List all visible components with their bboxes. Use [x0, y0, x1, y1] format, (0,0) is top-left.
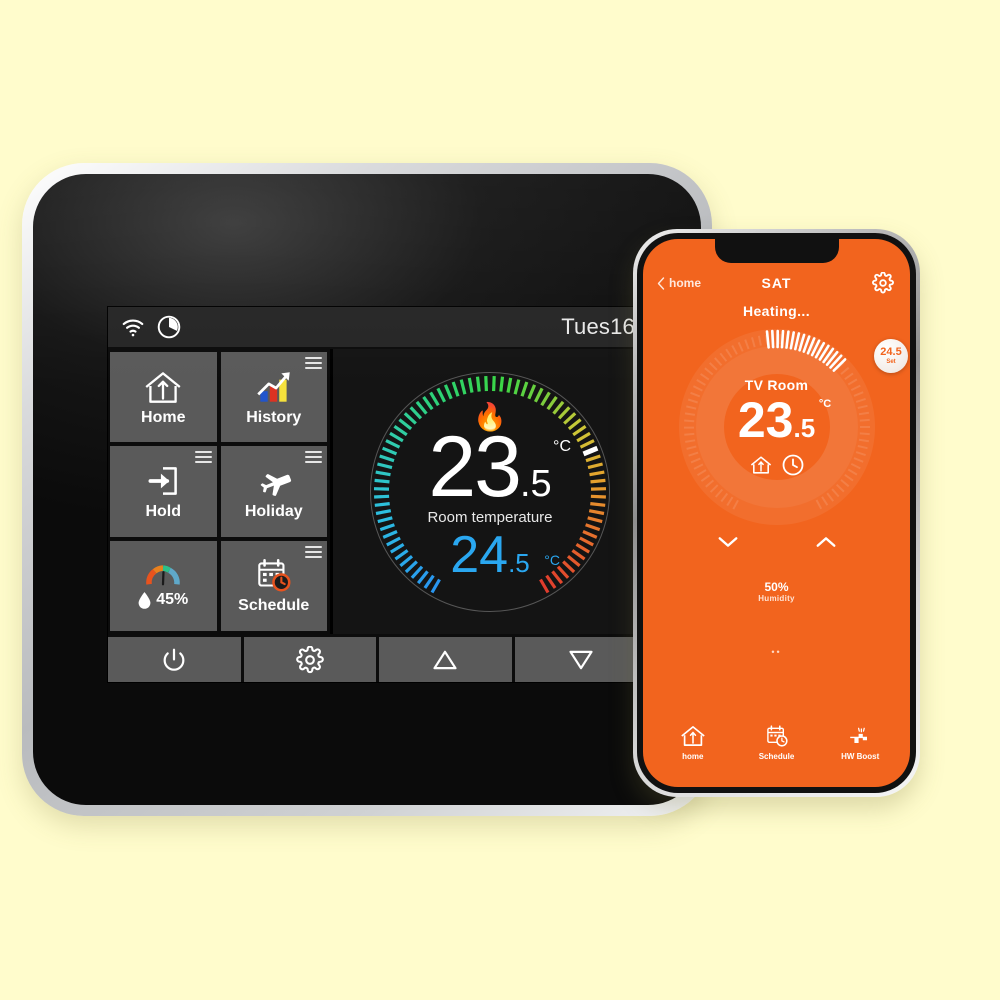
- nav-label: Schedule: [758, 752, 795, 761]
- nav-label: HW Boost: [841, 752, 880, 761]
- current-temp-unit: °C: [553, 437, 571, 455]
- water-drop-icon: [138, 591, 151, 609]
- gear-icon: [295, 645, 324, 673]
- clock-icon: [156, 314, 182, 340]
- triangle-down-icon: [569, 650, 593, 669]
- nav-label: home: [682, 752, 704, 761]
- page-indicator: ••: [771, 647, 782, 658]
- mode-icon-row: [749, 453, 805, 477]
- thermostat-main-area: Home History Hold Holiday 45% Schedule 🔥…: [108, 349, 647, 634]
- tile-label: History: [246, 408, 302, 426]
- phone-current-temperature: 23.5 °C: [737, 392, 831, 448]
- menu-icon[interactable]: [305, 545, 322, 561]
- temp-adjust-arrows: [717, 535, 837, 549]
- tile-hold[interactable]: Hold: [110, 446, 217, 537]
- nav-item-hw-boost[interactable]: HW Boost: [818, 723, 902, 761]
- calendar-clock-icon: [258, 559, 291, 592]
- smartphone-device: home SAT Heating... TV Room 23.5 °C 24.5…: [633, 229, 920, 797]
- home-arrow-icon[interactable]: [749, 453, 773, 477]
- tile-label: Holiday: [244, 502, 303, 520]
- temp-up-button[interactable]: [379, 637, 512, 682]
- knob-label: Set: [886, 359, 896, 365]
- temp-down-button[interactable]: [514, 637, 647, 682]
- phone-dial-outer[interactable]: TV Room 23.5 °C: [678, 329, 875, 525]
- power-icon: [163, 648, 185, 671]
- calendar-clock-icon: [766, 725, 788, 747]
- app-title: SAT: [761, 275, 792, 291]
- temperature-dial[interactable]: 🔥 23.5 Room temperature 24.5 °C °C: [364, 366, 616, 618]
- tile-label: Schedule: [238, 597, 310, 615]
- phone-temp-unit: °C: [818, 398, 832, 410]
- clock-icon[interactable]: [781, 453, 805, 477]
- triangle-up-icon: [433, 650, 457, 669]
- phone-temp-int: 23: [737, 392, 794, 448]
- tile-home[interactable]: Home: [110, 352, 217, 443]
- tile-history[interactable]: History: [220, 352, 327, 443]
- thermostat-screen: Tues16 Home History Hold Holiday 45% Sch…: [107, 306, 648, 683]
- status-date: Tues16: [561, 314, 635, 339]
- phone-bezel: home SAT Heating... TV Room 23.5 °C 24.5…: [637, 233, 916, 793]
- home-arrow-icon: [681, 726, 705, 746]
- thermostat-tile-grid: Home History Hold Holiday 45% Schedule: [108, 349, 330, 634]
- phone-temp-dec: .5: [793, 413, 816, 443]
- menu-icon[interactable]: [305, 357, 322, 372]
- thermostat-status-bar: Tues16: [108, 307, 647, 349]
- menu-icon[interactable]: [194, 451, 212, 466]
- humidity-value: 50%: [764, 580, 789, 594]
- home-arrow-icon: [145, 371, 181, 403]
- wifi-icon: [120, 314, 146, 340]
- nav-item-home[interactable]: home: [651, 723, 735, 761]
- tile-humidity-label: 45%: [138, 591, 188, 609]
- chevron-down-icon[interactable]: [717, 535, 739, 549]
- settings-button[interactable]: [243, 637, 376, 682]
- phone-dial-core: TV Room 23.5 °C: [723, 374, 831, 480]
- humidity-readout: 50% Humidity: [643, 580, 910, 604]
- thermostat-button-row: [108, 634, 647, 682]
- tile-label: Home: [141, 408, 186, 426]
- setpoint-knob[interactable]: 24.5 Set: [874, 339, 908, 373]
- knob-value: 24.5: [880, 346, 902, 358]
- humidity-value: 45%: [156, 591, 189, 609]
- gear-icon[interactable]: [872, 272, 894, 294]
- tile-humidity[interactable]: 45%: [110, 540, 217, 631]
- set-temp-unit: °C: [544, 551, 560, 568]
- phone-dial-area[interactable]: TV Room 23.5 °C 24.5 Set: [643, 323, 910, 553]
- humidity-label: Humidity: [758, 594, 795, 604]
- app-header: home SAT: [643, 239, 910, 301]
- thermostat-device: Tues16 Home History Hold Holiday 45% Sch…: [22, 163, 712, 816]
- hold-arrow-icon: [148, 467, 178, 495]
- chevron-up-icon[interactable]: [815, 535, 837, 549]
- humidity-gauge-icon: [146, 565, 180, 586]
- screenshot-canvas: Tues16 Home History Hold Holiday 45% Sch…: [0, 0, 1000, 1000]
- faucet-icon: [850, 727, 868, 743]
- airplane-icon: [260, 474, 291, 496]
- dial-tick-marks: [373, 375, 607, 593]
- room-name: TV Room: [744, 377, 809, 393]
- tile-label: Hold: [145, 502, 182, 520]
- tile-schedule[interactable]: Schedule: [220, 540, 327, 631]
- phone-screen: home SAT Heating... TV Room 23.5 °C 24.5…: [643, 239, 910, 787]
- temperature-dial-panel[interactable]: 🔥 23.5 Room temperature 24.5 °C °C: [330, 349, 647, 634]
- tile-holiday[interactable]: Holiday: [220, 446, 327, 537]
- power-button[interactable]: [108, 637, 241, 682]
- thermostat-glass-panel: Tues16 Home History Hold Holiday 45% Sch…: [33, 174, 701, 805]
- phone-dial-inner: TV Room 23.5 °C: [695, 346, 858, 508]
- nav-item-schedule[interactable]: Schedule: [735, 723, 819, 761]
- heating-status: Heating...: [742, 303, 810, 319]
- bar-chart-icon: [257, 371, 290, 402]
- menu-icon[interactable]: [305, 451, 322, 466]
- phone-bottom-nav: home Schedule HW Boost: [643, 723, 910, 787]
